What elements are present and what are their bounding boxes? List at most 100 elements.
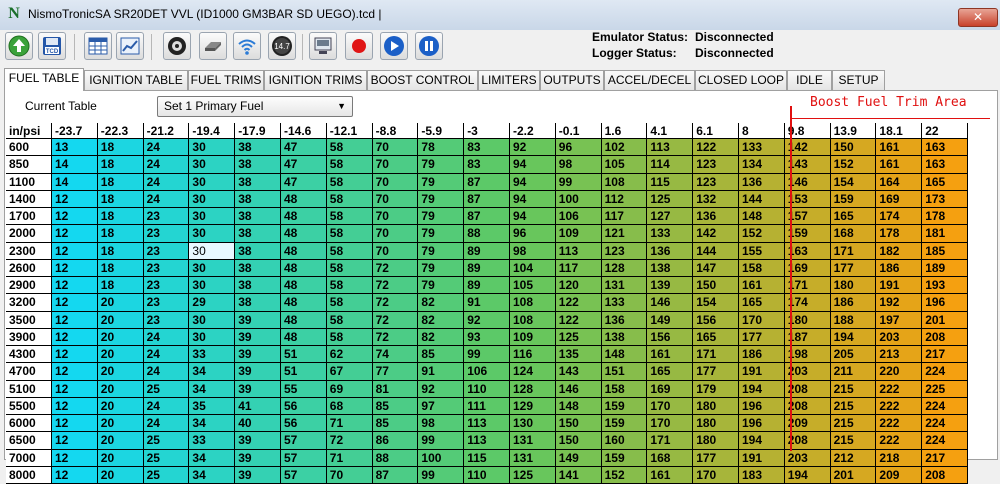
current-table-select[interactable]: Set 1 Primary Fuel ▼ [157,96,353,117]
table-cell[interactable]: 136 [739,173,785,191]
table-cell[interactable]: 113 [647,139,694,157]
table-cell[interactable]: 87 [464,173,510,191]
table-cell[interactable]: 222 [876,380,923,398]
table-cell[interactable]: 94 [510,208,556,226]
table-cell[interactable]: 24 [143,139,190,157]
table-cell[interactable]: 132 [693,190,739,208]
table-cell[interactable]: 57 [281,449,327,467]
table-cell[interactable]: 79 [418,190,465,208]
table-cell[interactable]: 150 [555,415,602,433]
table-cell[interactable]: 113 [464,432,510,450]
table-cell[interactable]: 70 [372,190,419,208]
table-cell[interactable]: 173 [922,190,968,208]
table-cell[interactable]: 82 [418,328,465,346]
table-cell[interactable]: 194 [830,328,877,346]
table-cell[interactable]: 72 [372,294,419,312]
table-cell[interactable]: 14 [52,156,98,174]
table-cell[interactable]: 170 [739,311,785,329]
table-cell[interactable]: 58 [326,173,373,191]
table-cell[interactable]: 186 [739,346,785,364]
table-cell[interactable]: 180 [693,432,739,450]
table-cell[interactable]: 116 [510,346,556,364]
table-cell[interactable]: 33 [189,346,236,364]
device-button[interactable] [199,32,227,60]
table-cell[interactable]: 30 [189,277,236,295]
table-cell[interactable]: 79 [418,208,465,226]
table-cell[interactable]: 106 [464,363,510,381]
tab-closed-loop[interactable]: CLOSED LOOP [695,70,787,90]
table-cell[interactable]: 86 [372,432,419,450]
table-cell[interactable]: 70 [372,242,419,260]
table-cell[interactable]: 38 [235,139,281,157]
table-cell[interactable]: 220 [876,363,923,381]
table-cell[interactable]: 169 [647,380,694,398]
table-cell[interactable]: 23 [143,294,190,312]
table-cell[interactable]: 183 [739,466,785,484]
table-cell[interactable]: 136 [693,208,739,226]
monitor-button[interactable] [309,32,337,60]
table-cell[interactable]: 94 [510,156,556,174]
table-cell[interactable]: 12 [52,190,98,208]
table-cell[interactable]: 98 [510,242,556,260]
save-tcd-button[interactable]: TCD [38,32,66,60]
table-cell[interactable]: 114 [647,156,694,174]
table-cell[interactable]: 41 [235,397,281,415]
table-cell[interactable]: 208 [922,466,968,484]
table-cell[interactable]: 58 [326,139,373,157]
table-cell[interactable]: 74 [372,346,419,364]
table-cell[interactable]: 82 [418,294,465,312]
table-cell[interactable]: 138 [647,259,694,277]
table-cell[interactable]: 194 [784,466,831,484]
table-cell[interactable]: 79 [418,225,465,243]
table-cell[interactable]: 108 [510,311,556,329]
wifi-button[interactable] [233,32,261,60]
table-cell[interactable]: 29 [189,294,236,312]
table-cell[interactable]: 18 [97,208,144,226]
table-cell[interactable]: 30 [189,139,236,157]
table-cell[interactable]: 130 [510,415,556,433]
table-cell[interactable]: 159 [601,449,648,467]
table-cell[interactable]: 93 [464,328,510,346]
gauges-button[interactable] [163,32,191,60]
table-cell[interactable]: 91 [464,294,510,312]
table-cell[interactable]: 177 [830,259,877,277]
table-cell[interactable]: 83 [464,139,510,157]
table-cell[interactable]: 20 [97,432,144,450]
record-button[interactable] [345,32,373,60]
table-cell[interactable]: 136 [647,242,694,260]
table-cell[interactable]: 224 [922,397,968,415]
table-cell[interactable]: 155 [739,242,785,260]
table-cell[interactable]: 30 [189,242,236,260]
table-cell[interactable]: 102 [601,139,648,157]
table-cell[interactable]: 24 [143,173,190,191]
table-cell[interactable]: 191 [739,363,785,381]
table-cell[interactable]: 191 [876,277,923,295]
table-cell[interactable]: 48 [281,328,327,346]
pause-button[interactable] [415,32,443,60]
table-cell[interactable]: 30 [189,311,236,329]
tab-setup[interactable]: SETUP [832,70,885,90]
table-cell[interactable]: 178 [876,225,923,243]
table-cell[interactable]: 146 [555,380,602,398]
table-cell[interactable]: 144 [739,190,785,208]
tab-ignition-trims[interactable]: IGNITION TRIMS [264,70,367,90]
table-cell[interactable]: 82 [418,311,465,329]
table-cell[interactable]: 20 [97,415,144,433]
table-cell[interactable]: 115 [464,449,510,467]
table-cell[interactable]: 14 [52,173,98,191]
table-cell[interactable]: 212 [830,449,877,467]
table-cell[interactable]: 38 [235,208,281,226]
table-cell[interactable]: 71 [326,415,373,433]
table-cell[interactable]: 105 [601,156,648,174]
table-cell[interactable]: 85 [372,415,419,433]
table-cell[interactable]: 39 [235,328,281,346]
tab-limiters[interactable]: LIMITERS [478,70,540,90]
table-cell[interactable]: 152 [830,156,877,174]
table-cell[interactable]: 104 [510,259,556,277]
table-cell[interactable]: 18 [97,277,144,295]
table-cell[interactable]: 67 [326,363,373,381]
table-cell[interactable]: 12 [52,346,98,364]
table-cell[interactable]: 171 [830,242,877,260]
table-cell[interactable]: 30 [189,208,236,226]
table-cell[interactable]: 81 [372,380,419,398]
